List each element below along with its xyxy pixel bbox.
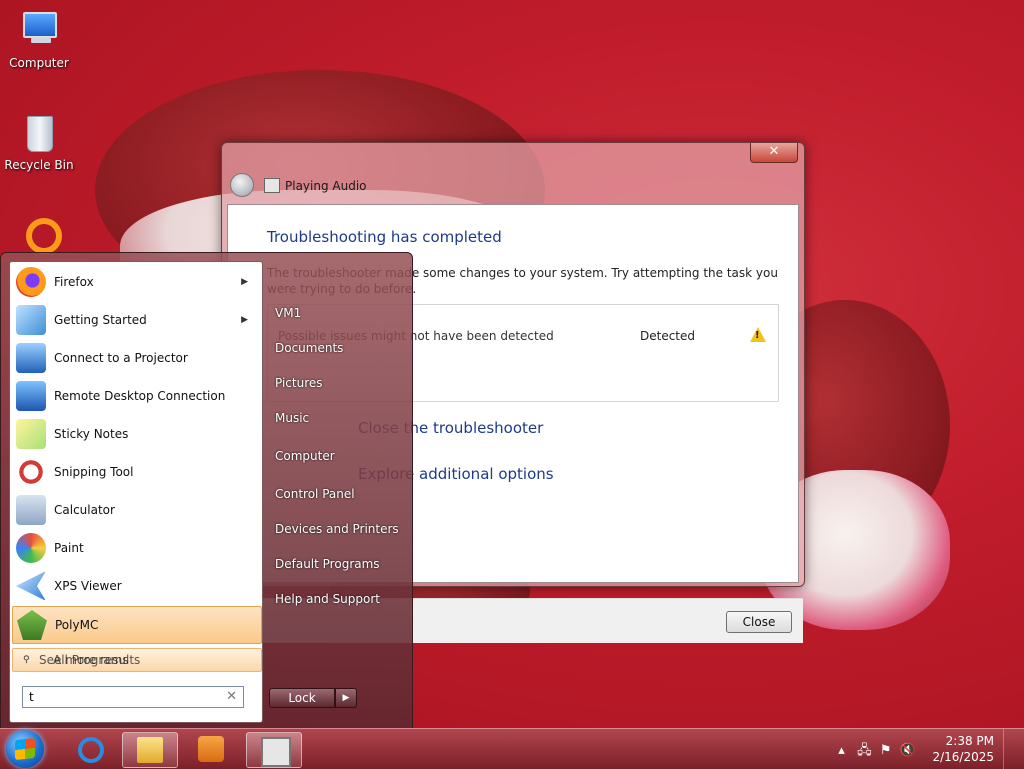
desktop-icon-label: Computer (9, 56, 69, 70)
start-right-pictures[interactable]: Pictures (275, 376, 323, 390)
projector-icon (16, 343, 46, 373)
volume-muted-icon[interactable]: 🔇 (900, 743, 916, 758)
taskbar-playing-audio[interactable] (246, 732, 302, 768)
start-right-devices-printers[interactable]: Devices and Printers (275, 522, 399, 536)
all-programs-button[interactable]: ⚲ See more results All Programs (12, 648, 262, 672)
lock-button[interactable]: Lock (269, 688, 335, 708)
clock-date[interactable]: 2/16/2025 (924, 750, 994, 764)
desktop-icon-recycle-bin[interactable]: Recycle Bin (1, 110, 77, 172)
show-desktop-button[interactable] (1003, 729, 1016, 769)
sticky-notes-icon (16, 419, 46, 449)
close-button[interactable]: Close (726, 611, 792, 633)
taskbar-media-player[interactable] (184, 732, 238, 766)
back-button[interactable] (230, 173, 254, 197)
getting-started-icon (16, 305, 46, 335)
program-label: Paint (54, 541, 84, 555)
search-value: t (29, 690, 34, 704)
start-right-default-programs[interactable]: Default Programs (275, 557, 380, 571)
desktop-icon-computer[interactable]: Computer (1, 8, 77, 70)
desktop-icon-label: Recycle Bin (4, 158, 74, 172)
taskbar: ▴ 🖧 ⚑ 🔇 2:38 PM 2/16/2025 (0, 728, 1024, 769)
network-icon[interactable]: 🖧 (857, 743, 872, 758)
recycle-bin-icon (17, 110, 61, 154)
program-sticky-notes[interactable]: Sticky Notes (12, 416, 260, 452)
program-label: Getting Started (54, 313, 147, 327)
submenu-arrow-icon[interactable]: ▶ (241, 277, 248, 287)
program-label: Remote Desktop Connection (54, 389, 226, 403)
shutdown-options-arrow-icon[interactable]: ▶ (335, 688, 357, 708)
program-remote-desktop[interactable]: Remote Desktop Connection (12, 378, 260, 414)
action-center-flag-icon[interactable]: ⚑ (880, 743, 892, 758)
start-right-computer[interactable]: Computer (275, 449, 335, 463)
program-getting-started[interactable]: Getting Started ▶ (12, 302, 260, 338)
start-right-documents[interactable]: Documents (275, 341, 343, 355)
program-paint[interactable]: Paint (12, 530, 260, 566)
computer-icon (17, 8, 61, 52)
audio-troubleshooter-icon (264, 178, 280, 193)
clock-time[interactable]: 2:38 PM (924, 734, 994, 748)
program-label: Sticky Notes (54, 427, 129, 441)
internet-explorer-icon (78, 737, 104, 763)
xps-viewer-icon (16, 571, 46, 601)
playing-audio-icon (261, 737, 291, 767)
tray-icons: ▴ 🖧 ⚑ 🔇 (838, 741, 916, 763)
dialog-heading: Troubleshooting has completed (267, 228, 502, 246)
start-search-input[interactable]: t ✕ (22, 686, 244, 708)
program-polymc[interactable]: PolyMC (12, 606, 262, 644)
start-right-control-panel[interactable]: Control Panel (275, 487, 355, 501)
remote-desktop-icon (16, 381, 46, 411)
start-right-music[interactable]: Music (275, 411, 309, 425)
issue-status: Detected (640, 329, 696, 343)
show-hidden-icons-icon[interactable]: ▴ (838, 743, 845, 758)
taskbar-windows-explorer[interactable] (122, 732, 178, 768)
close-icon[interactable]: ✕ (750, 143, 798, 163)
lock-button-group: Lock ▶ (269, 688, 357, 708)
system-tray: ▴ 🖧 ⚑ 🔇 2:38 PM 2/16/2025 (816, 729, 1016, 769)
program-label: XPS Viewer (54, 579, 122, 593)
program-label: Calculator (54, 503, 115, 517)
program-label: Firefox (54, 275, 94, 289)
submenu-arrow-icon[interactable]: ▶ (241, 315, 248, 325)
windows-logo-icon (15, 737, 35, 761)
program-label: PolyMC (55, 618, 99, 632)
program-snipping-tool[interactable]: Snipping Tool (12, 454, 260, 490)
snipping-tool-icon (16, 457, 46, 487)
firefox-icon (16, 267, 46, 297)
program-calculator[interactable]: Calculator (12, 492, 260, 528)
program-xps-viewer[interactable]: XPS Viewer (12, 568, 260, 604)
app-ring-icon[interactable] (26, 218, 62, 254)
taskbar-internet-explorer[interactable] (62, 732, 116, 766)
clear-search-icon[interactable]: ✕ (226, 689, 237, 704)
calculator-icon (16, 495, 46, 525)
magnifier-icon: ⚲ (23, 655, 30, 665)
program-label: Connect to a Projector (54, 351, 188, 365)
program-label: Snipping Tool (54, 465, 134, 479)
start-menu-programs-pane: Firefox ▶ Getting Started ▶ Connect to a… (9, 261, 263, 723)
polymc-icon (17, 610, 47, 640)
start-button[interactable] (6, 730, 44, 768)
program-firefox[interactable]: Firefox ▶ (12, 264, 260, 300)
start-right-help-support[interactable]: Help and Support (275, 592, 380, 606)
paint-icon (16, 533, 46, 563)
media-player-icon (198, 736, 224, 762)
windows-explorer-icon (137, 737, 163, 763)
start-menu: Firefox ▶ Getting Started ▶ Connect to a… (0, 252, 413, 730)
window-title: Playing Audio (285, 179, 367, 193)
all-programs-label: All Programs (53, 653, 129, 667)
warning-icon: ! (750, 327, 766, 342)
start-right-vm1[interactable]: VM1 (275, 306, 301, 320)
program-connect-projector[interactable]: Connect to a Projector (12, 340, 260, 376)
